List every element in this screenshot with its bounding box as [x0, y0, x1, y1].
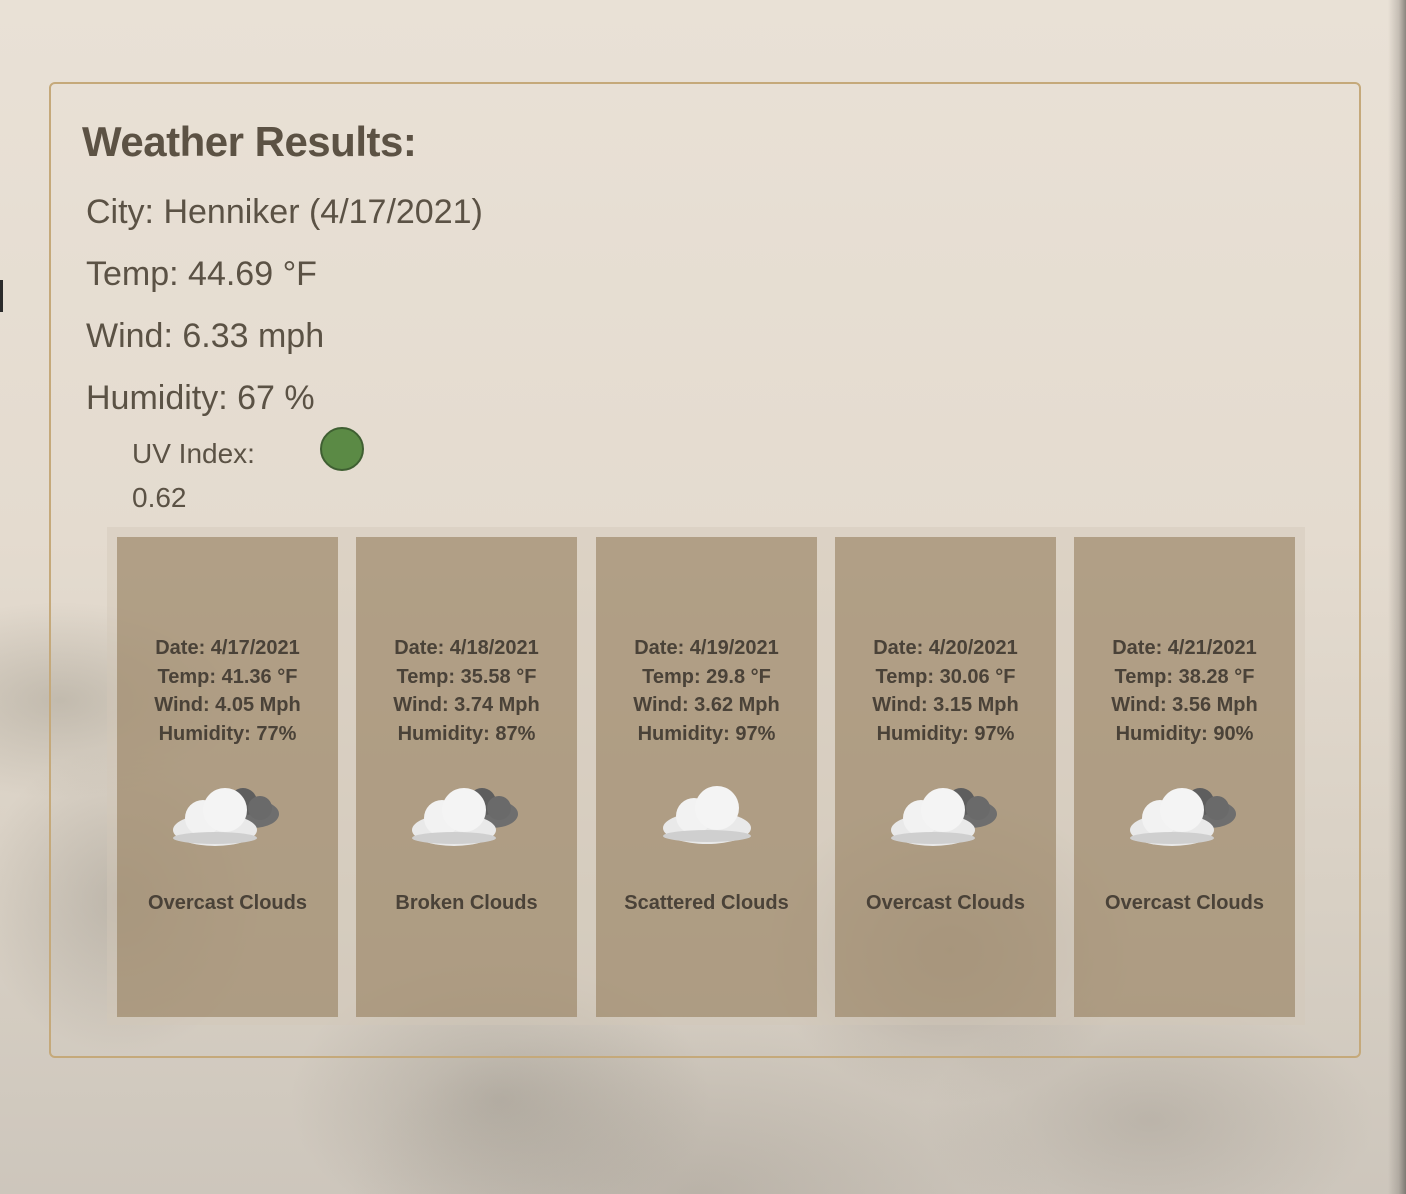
forecast-date: Date: 4/20/2021 — [873, 637, 1018, 659]
uv-index-value: 0.62 — [132, 482, 187, 513]
forecast-temp: Temp: 41.36 °F — [157, 665, 298, 688]
weather-results-title: Weather Results: — [82, 118, 417, 165]
forecast-temp: Temp: 38.28 °F — [1114, 665, 1255, 688]
forecast-date: Date: 4/19/2021 — [634, 637, 779, 659]
forecast-humidity: Humidity: 97% — [876, 722, 1015, 745]
forecast-humidity: Humidity: 90% — [1115, 722, 1254, 745]
forecast-date: Date: 4/17/2021 — [155, 637, 300, 659]
left-edge-marker — [0, 280, 3, 312]
forecast-card: Date: 4/20/2021 Temp: 30.06 °F Wind: 3.1… — [835, 537, 1056, 1017]
current-wind: Wind: 6.33 mph — [86, 317, 325, 355]
forecast-description: Scattered Clouds — [624, 892, 789, 914]
forecast-wind: Wind: 3.62 Mph — [633, 694, 780, 716]
overcast-clouds-icon — [890, 788, 997, 846]
forecast-description: Broken Clouds — [395, 892, 538, 914]
forecast-humidity: Humidity: 97% — [637, 722, 776, 745]
overcast-clouds-icon — [1129, 788, 1236, 846]
scattered-clouds-icon — [662, 786, 751, 844]
forecast-card: Date: 4/21/2021 Temp: 38.28 °F Wind: 3.5… — [1074, 537, 1295, 1017]
overcast-clouds-icon — [172, 788, 279, 846]
forecast-card: Date: 4/19/2021 Temp: 29.8 °F Wind: 3.62… — [596, 537, 817, 1017]
forecast-wind: Wind: 3.56 Mph — [1111, 694, 1258, 716]
broken-clouds-icon — [411, 788, 518, 846]
forecast-description: Overcast Clouds — [1105, 892, 1264, 914]
forecast-humidity: Humidity: 77% — [158, 722, 297, 745]
current-humidity: Humidity: 67 % — [86, 379, 315, 417]
current-city: City: Henniker (4/17/2021) — [86, 193, 483, 231]
current-temp: Temp: 44.69 °F — [86, 255, 317, 293]
forecast-temp: Temp: 29.8 °F — [642, 665, 771, 688]
forecast-wind: Wind: 3.15 Mph — [872, 694, 1019, 716]
forecast-date: Date: 4/21/2021 — [1112, 637, 1257, 659]
forecast-date: Date: 4/18/2021 — [394, 637, 539, 659]
uv-index-label: UV Index: — [132, 438, 255, 469]
forecast-temp: Temp: 35.58 °F — [396, 665, 537, 688]
forecast-humidity: Humidity: 87% — [397, 722, 536, 745]
uv-index-indicator — [320, 427, 364, 471]
forecast-description: Overcast Clouds — [866, 892, 1025, 914]
forecast-wind: Wind: 4.05 Mph — [154, 694, 301, 716]
window-edge-shadow — [1388, 0, 1406, 1194]
forecast-card: Date: 4/17/2021 Temp: 41.36 °F Wind: 4.0… — [117, 537, 338, 1017]
forecast-description: Overcast Clouds — [148, 892, 307, 914]
forecast-wind: Wind: 3.74 Mph — [393, 694, 540, 716]
forecast-card: Date: 4/18/2021 Temp: 35.58 °F Wind: 3.7… — [356, 537, 577, 1017]
forecast-temp: Temp: 30.06 °F — [875, 665, 1016, 688]
